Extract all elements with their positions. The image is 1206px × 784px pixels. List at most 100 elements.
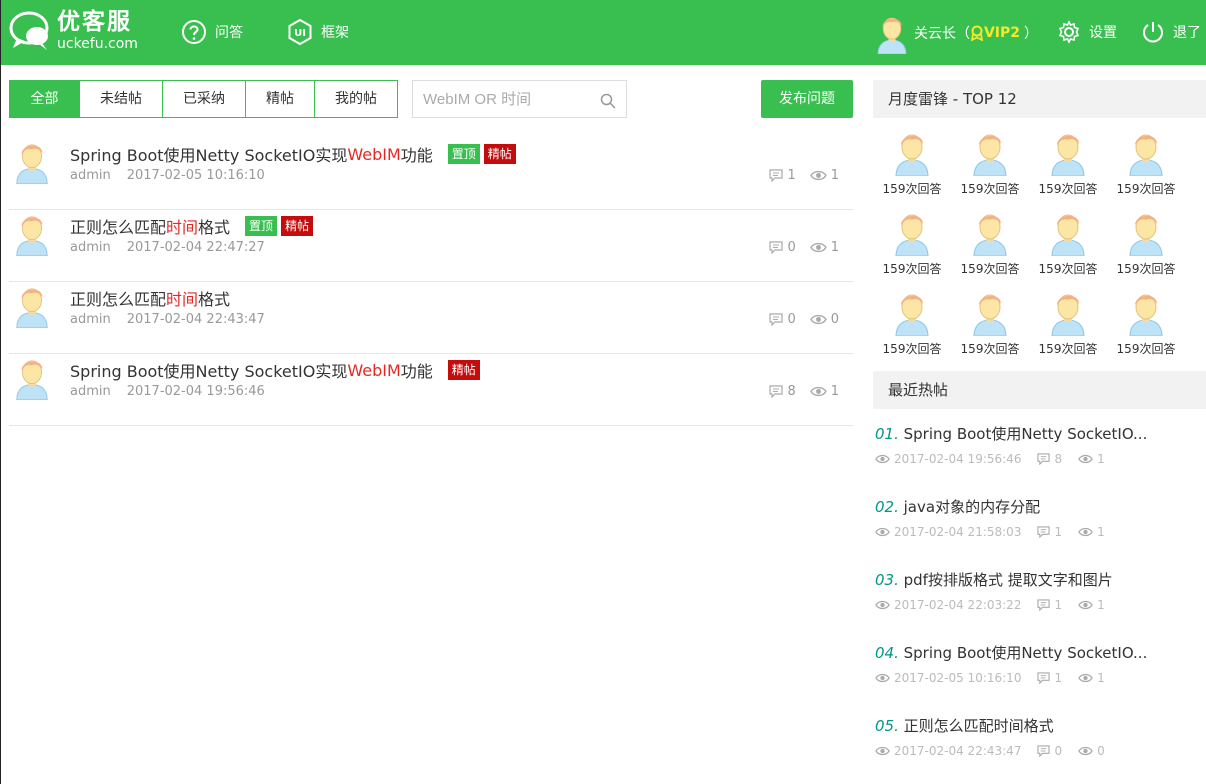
nav-framework-label: 框架 — [321, 25, 349, 41]
top-user[interactable]: 159次回答 — [1107, 118, 1185, 198]
search-icon[interactable] — [600, 93, 616, 109]
user-profile[interactable]: 关云长（ VIP2 ） — [874, 12, 1038, 54]
hot-post-item: 03. pdf按排版格式 提取文字和图片 2017-02-04 22:03:22… — [873, 567, 1206, 640]
post-author[interactable]: admin — [70, 240, 111, 255]
hot-post-rank: 01. — [875, 425, 899, 443]
top-user[interactable]: 159次回答 — [873, 198, 951, 278]
hot-post-title[interactable]: 04. Spring Boot使用Netty SocketIO... — [875, 640, 1206, 663]
filter-tabs: 全部 未结帖 已采纳 精帖 我的帖 — [9, 80, 398, 118]
hot-post-title-text: Spring Boot使用Netty SocketIO... — [903, 425, 1148, 443]
tab-accepted[interactable]: 已采纳 — [163, 81, 246, 117]
post-item: Spring Boot使用Netty SocketIO实现 WebIM 功能 精帖 … — [9, 354, 853, 426]
author-avatar[interactable] — [13, 282, 51, 328]
post-title[interactable]: 正则怎么匹配 时间 格式 置顶 精帖 — [70, 214, 314, 238]
top-user[interactable]: 159次回答 — [951, 118, 1029, 198]
post-title[interactable]: 正则怎么匹配 时间 格式 — [70, 286, 230, 310]
post-author[interactable]: admin — [70, 312, 111, 327]
hot-post-title[interactable]: 03. pdf按排版格式 提取文字和图片 — [875, 567, 1206, 590]
hot-post-item: 01. Spring Boot使用Netty SocketIO... 2017-… — [873, 421, 1206, 494]
user-avatar — [970, 288, 1010, 336]
tab-my-posts[interactable]: 我的帖 — [315, 81, 397, 117]
eye-icon — [810, 313, 827, 326]
nav-framework[interactable]: UI 框架 — [287, 19, 349, 45]
user-avatar — [1126, 288, 1166, 336]
top-user[interactable]: 159次回答 — [873, 118, 951, 198]
eye-icon — [1078, 453, 1093, 465]
top-user[interactable]: 159次回答 — [1107, 198, 1185, 278]
hot-post-time: 2017-02-04 22:03:22 — [894, 598, 1022, 612]
post-time: 2017-02-04 22:43:47 — [126, 312, 265, 327]
comment-count: 1 — [1054, 671, 1063, 685]
user-name: 关云长（ — [913, 26, 970, 42]
top-user[interactable]: 159次回答 — [1107, 278, 1185, 358]
top-user[interactable]: 159次回答 — [951, 278, 1029, 358]
vip-close-paren: ） — [1024, 26, 1038, 42]
hot-post-title[interactable]: 05. 正则怎么匹配时间格式 — [875, 713, 1206, 736]
logout-link[interactable]: 退了 — [1141, 20, 1201, 44]
top-user[interactable]: 159次回答 — [1029, 118, 1107, 198]
eye-icon — [1078, 672, 1093, 684]
comment-count: 8 — [787, 384, 796, 399]
author-avatar[interactable] — [13, 210, 51, 256]
search-input[interactable] — [413, 81, 593, 117]
eye-icon — [875, 672, 890, 684]
comment-count: 1 — [787, 168, 796, 183]
post-author[interactable]: admin — [70, 168, 111, 183]
vip-level: VIP2 — [983, 25, 1020, 41]
top-user[interactable]: 159次回答 — [873, 278, 951, 358]
top-user[interactable]: 159次回答 — [1029, 198, 1107, 278]
answer-count: 159次回答 — [882, 182, 942, 196]
comment-icon — [1037, 453, 1050, 465]
comment-icon — [1037, 526, 1050, 538]
post-author[interactable]: admin — [70, 384, 111, 399]
nav-qa[interactable]: 问答 — [181, 19, 243, 45]
featured-badge: 精帖 — [447, 360, 480, 380]
comment-icon — [769, 241, 783, 254]
comment-count: 0 — [787, 312, 796, 327]
featured-badge: 精帖 — [281, 216, 314, 236]
user-avatar — [970, 208, 1010, 256]
answer-count: 159次回答 — [960, 182, 1020, 196]
eye-icon — [875, 453, 890, 465]
view-count: 1 — [830, 240, 839, 255]
publish-question-button[interactable]: 发布问题 — [761, 80, 853, 118]
hot-post-rank: 05. — [875, 717, 899, 735]
post-meta: admin 2017-02-04 19:56:46 — [70, 384, 265, 399]
user-avatar — [1126, 128, 1166, 176]
answer-count: 159次回答 — [1038, 342, 1098, 356]
tab-featured[interactable]: 精帖 — [246, 81, 315, 117]
post-item: Spring Boot使用Netty SocketIO实现 WebIM 功能 置顶 … — [9, 138, 853, 210]
hot-post-item: 02. java对象的内存分配 2017-02-04 21:58:03 1 1 — [873, 494, 1206, 567]
hot-post-title-text: pdf按排版格式 提取文字和图片 — [903, 571, 1113, 589]
answer-count: 159次回答 — [882, 262, 942, 276]
user-avatar — [1048, 128, 1088, 176]
eye-icon — [1078, 526, 1093, 538]
user-avatar — [874, 12, 910, 54]
author-avatar[interactable] — [13, 138, 51, 184]
site-logo[interactable]: 优客服 uckefu.com — [9, 10, 138, 52]
top-user[interactable]: 159次回答 — [951, 198, 1029, 278]
post-stats: 0 0 — [769, 312, 839, 327]
answer-count: 159次回答 — [960, 262, 1020, 276]
user-avatar — [892, 208, 932, 256]
hot-post-title[interactable]: 02. java对象的内存分配 — [875, 494, 1206, 517]
hot-post-rank: 03. — [875, 571, 899, 589]
top-user[interactable]: 159次回答 — [1029, 278, 1107, 358]
logo-subtitle: uckefu.com — [57, 36, 138, 52]
settings-link[interactable]: 设置 — [1057, 20, 1117, 44]
tab-unresolved[interactable]: 未结帖 — [80, 81, 163, 117]
sidebar: 月度雷锋 - TOP 12 159次回答 159次回答 159次回答 159次回… — [873, 80, 1206, 784]
author-avatar[interactable] — [13, 354, 51, 400]
view-count: 0 — [830, 312, 839, 327]
eye-icon — [810, 385, 827, 398]
tab-all[interactable]: 全部 — [10, 81, 80, 117]
view-count: 1 — [1097, 452, 1105, 466]
post-list: Spring Boot使用Netty SocketIO实现 WebIM 功能 置顶 … — [9, 138, 853, 426]
hot-posts-heading: 最近热帖 — [873, 371, 1206, 409]
hot-post-title[interactable]: 01. Spring Boot使用Netty SocketIO... — [875, 421, 1206, 444]
post-title[interactable]: Spring Boot使用Netty SocketIO实现 WebIM 功能 置顶 … — [70, 142, 516, 166]
hot-post-title-text: 正则怎么匹配时间格式 — [903, 717, 1054, 735]
post-title[interactable]: Spring Boot使用Netty SocketIO实现 WebIM 功能 精帖 — [70, 358, 480, 382]
comment-count: 0 — [1054, 744, 1063, 758]
power-icon — [1143, 22, 1163, 43]
